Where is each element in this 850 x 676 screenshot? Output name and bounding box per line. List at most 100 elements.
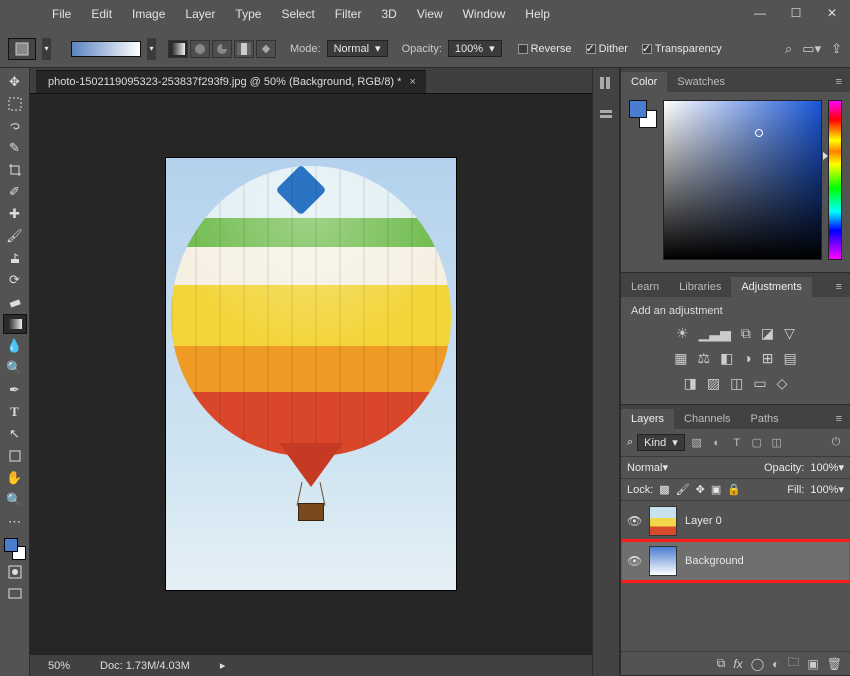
exposure-icon[interactable]: ◪: [761, 325, 774, 342]
lock-all-icon[interactable]: 🔒: [727, 483, 741, 496]
channel-mixer-icon[interactable]: ⊞: [762, 350, 774, 367]
history-panel-icon[interactable]: [597, 74, 615, 92]
filter-toggle-icon[interactable]: ⏻: [828, 436, 844, 450]
selective-color-icon[interactable]: ◇: [777, 375, 788, 392]
filter-pixel-icon[interactable]: ▧: [689, 436, 705, 450]
type-tool[interactable]: T: [3, 402, 27, 422]
adjustment-layer-icon[interactable]: ◐: [772, 657, 779, 671]
reverse-checkbox[interactable]: Reverse: [518, 43, 572, 55]
blend-mode-dropdown[interactable]: Normal▾: [327, 40, 388, 57]
foreground-background-swatch[interactable]: [4, 538, 26, 560]
saturation-brightness-picker[interactable]: [663, 100, 822, 260]
hand-tool[interactable]: ✋: [3, 468, 27, 488]
menu-filter[interactable]: Filter: [327, 5, 370, 23]
marquee-tool[interactable]: [3, 94, 27, 114]
pen-tool[interactable]: ✒: [3, 380, 27, 400]
edit-toolbar[interactable]: ⋯: [3, 512, 27, 532]
panel-menu-icon[interactable]: ≡: [828, 277, 850, 297]
libraries-tab[interactable]: Libraries: [669, 277, 731, 297]
new-layer-icon[interactable]: ▣: [807, 657, 818, 671]
posterize-icon[interactable]: ▨: [707, 375, 720, 392]
filter-type-icon[interactable]: T: [729, 436, 745, 450]
layer-fill-dropdown[interactable]: 100%▾: [810, 483, 844, 496]
history-brush-tool[interactable]: ⟳: [3, 270, 27, 290]
quick-mask-button[interactable]: [3, 562, 27, 582]
invert-icon[interactable]: ◨: [684, 375, 697, 392]
eraser-tool[interactable]: [3, 292, 27, 312]
color-tab[interactable]: Color: [621, 72, 667, 92]
layer-thumbnail[interactable]: [649, 546, 677, 576]
filter-kind-dropdown[interactable]: Kind▾: [637, 434, 685, 451]
color-swatch-pair[interactable]: [629, 100, 657, 128]
screen-mode-button[interactable]: [3, 584, 27, 604]
document-tab[interactable]: photo-1502119095323-253837f293f9.jpg @ 5…: [36, 70, 426, 93]
layers-tab[interactable]: Layers: [621, 409, 674, 429]
status-caret-icon[interactable]: ▸: [220, 659, 226, 672]
visibility-eye-icon[interactable]: 👁: [627, 514, 641, 528]
current-tool-icon[interactable]: [8, 38, 36, 60]
menu-3d[interactable]: 3D: [373, 5, 404, 23]
lock-position-icon[interactable]: ✥: [696, 483, 705, 496]
layer-style-icon[interactable]: fx: [733, 657, 742, 671]
hue-sat-icon[interactable]: ▦: [674, 350, 687, 367]
search-icon[interactable]: ⌕: [785, 41, 792, 57]
hue-slider[interactable]: [828, 100, 842, 260]
menu-type[interactable]: Type: [227, 5, 269, 23]
brush-tool[interactable]: 🖌: [3, 226, 27, 246]
levels-icon[interactable]: ▁▃▅: [699, 325, 731, 342]
window-close-button[interactable]: ✕: [814, 0, 850, 26]
menu-help[interactable]: Help: [517, 5, 558, 23]
lock-artboard-icon[interactable]: ▣: [711, 483, 721, 496]
filter-search-icon[interactable]: ⌕: [627, 436, 633, 449]
menu-file[interactable]: File: [44, 5, 79, 23]
panel-menu-icon[interactable]: ≡: [828, 72, 850, 92]
filter-shape-icon[interactable]: ▢: [749, 436, 765, 450]
paths-tab[interactable]: Paths: [741, 409, 789, 429]
foreground-color-icon[interactable]: [4, 538, 18, 552]
close-tab-icon[interactable]: ×: [409, 76, 415, 88]
window-maximize-button[interactable]: ☐: [778, 0, 814, 26]
delete-layer-icon[interactable]: 🗑: [827, 657, 842, 671]
photo-filter-icon[interactable]: ◑: [743, 350, 751, 367]
window-minimize-button[interactable]: —: [742, 0, 778, 26]
zoom-level[interactable]: 50%: [48, 660, 70, 672]
curves-icon[interactable]: ⧉: [741, 325, 751, 342]
visibility-eye-icon[interactable]: 👁: [627, 554, 641, 568]
gradient-preview[interactable]: [71, 41, 141, 57]
linear-gradient-button[interactable]: [168, 40, 188, 58]
brightness-contrast-icon[interactable]: ☀: [676, 325, 689, 342]
color-balance-icon[interactable]: ⚖: [698, 350, 711, 367]
foreground-swatch-icon[interactable]: [629, 100, 647, 118]
zoom-tool[interactable]: 🔍: [3, 490, 27, 510]
link-layers-icon[interactable]: ⧉: [717, 656, 726, 671]
layer-blend-mode-dropdown[interactable]: Normal▾: [627, 461, 758, 474]
panel-menu-icon[interactable]: ≡: [828, 409, 850, 429]
filter-smart-icon[interactable]: ◫: [769, 436, 785, 450]
share-icon[interactable]: ⇪: [831, 41, 842, 57]
layer-thumbnail[interactable]: [649, 506, 677, 536]
threshold-icon[interactable]: ◫: [730, 375, 743, 392]
layer-name[interactable]: Layer 0: [685, 515, 722, 527]
quick-selection-tool[interactable]: ✎: [3, 138, 27, 158]
layer-item[interactable]: 👁 Layer 0: [621, 501, 850, 541]
layer-opacity-dropdown[interactable]: 100%▾: [810, 461, 844, 474]
healing-brush-tool[interactable]: ✚: [3, 204, 27, 224]
eyedropper-tool[interactable]: ✐: [3, 182, 27, 202]
color-lookup-icon[interactable]: ▤: [784, 350, 797, 367]
filter-adjustment-icon[interactable]: ◐: [709, 436, 725, 450]
gradient-picker-dropdown[interactable]: ▾: [147, 38, 156, 60]
angle-gradient-button[interactable]: [212, 40, 232, 58]
menu-select[interactable]: Select: [273, 5, 322, 23]
radial-gradient-button[interactable]: [190, 40, 210, 58]
layer-group-icon[interactable]: 🗀: [787, 653, 799, 674]
menu-window[interactable]: Window: [455, 5, 514, 23]
adjustments-tab[interactable]: Adjustments: [731, 277, 812, 297]
swatches-tab[interactable]: Swatches: [667, 72, 735, 92]
menu-layer[interactable]: Layer: [177, 5, 223, 23]
transparency-checkbox[interactable]: Transparency: [642, 43, 722, 55]
channels-tab[interactable]: Channels: [674, 409, 740, 429]
lock-image-icon[interactable]: 🖌: [676, 483, 690, 496]
gradient-map-icon[interactable]: ▭: [753, 375, 766, 392]
vibrance-icon[interactable]: ▽: [784, 325, 795, 342]
move-tool[interactable]: ✥: [3, 72, 27, 92]
